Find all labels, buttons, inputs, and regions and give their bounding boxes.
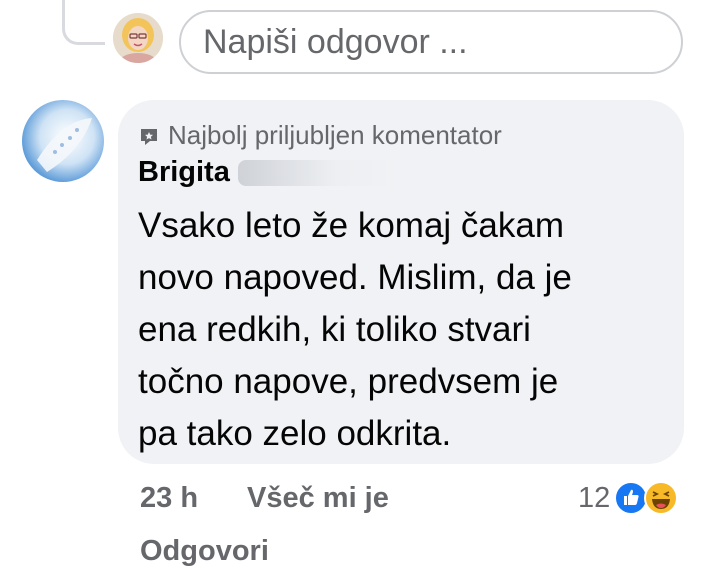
reaction-summary[interactable]: 12 xyxy=(578,478,679,518)
reply-input[interactable]: Napiši odgovor ... xyxy=(179,10,683,74)
comment-timestamp[interactable]: 23 h xyxy=(140,482,198,515)
author-name[interactable]: Brigita xyxy=(138,156,398,189)
comment-line: ena redkih, ki toliko stvari xyxy=(138,310,531,349)
comment-bubble: Najbolj priljubljen komentator Brigita V… xyxy=(118,100,684,464)
badge-icon xyxy=(138,124,160,146)
author-avatar[interactable] xyxy=(22,100,104,182)
current-user-avatar[interactable] xyxy=(113,13,163,63)
haha-icon xyxy=(644,481,679,515)
top-fan-badge: Najbolj priljubljen komentator xyxy=(138,120,502,150)
like-icon xyxy=(614,481,649,515)
like-button[interactable]: Všeč mi je xyxy=(247,482,389,515)
comment-line: pa tako zelo odkrita. xyxy=(138,414,452,453)
badge-label: Najbolj priljubljen komentator xyxy=(168,119,502,150)
thread-connector xyxy=(62,0,105,45)
comment-line: novo napoved. Mislim, da je xyxy=(138,258,572,297)
comment-line: točno napove, predvsem je xyxy=(138,362,559,401)
reply-button[interactable]: Odgovori xyxy=(140,535,269,568)
reaction-count: 12 xyxy=(578,481,611,514)
author-first-name: Brigita xyxy=(138,156,230,188)
comment-text: Vsako leto že komaj čakam novo napoved. … xyxy=(138,200,658,460)
comment-line: Vsako leto že komaj čakam xyxy=(138,206,565,245)
author-last-name-redacted xyxy=(237,159,398,186)
